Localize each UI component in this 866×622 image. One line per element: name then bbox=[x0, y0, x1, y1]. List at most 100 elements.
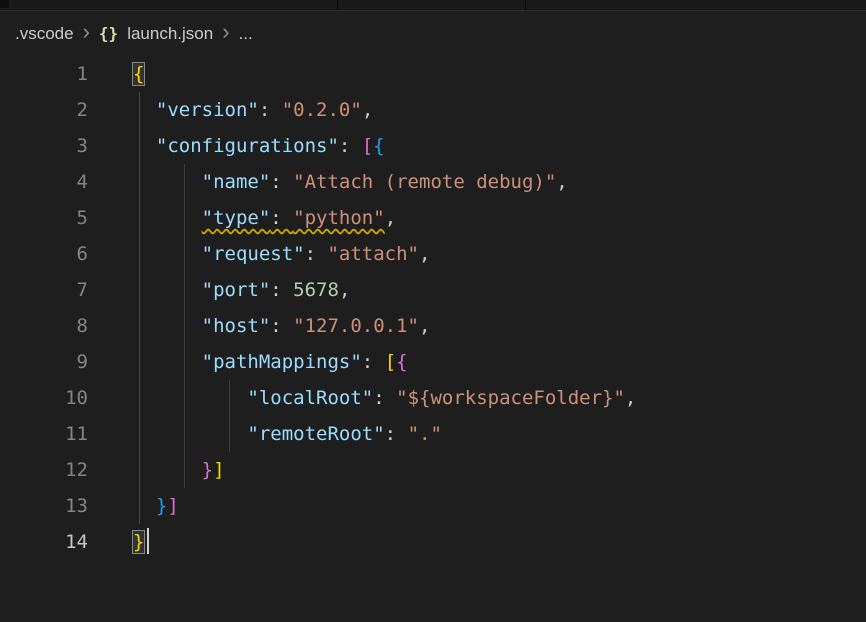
code-line[interactable]: 6 "request": "attach", bbox=[0, 236, 866, 272]
code-line[interactable]: 12 }] bbox=[0, 452, 866, 488]
line-number[interactable]: 5 bbox=[0, 200, 88, 236]
warning-squiggle: "type": "python" bbox=[202, 207, 385, 229]
code-token: "pathMappings" bbox=[202, 351, 362, 373]
line-number[interactable]: 9 bbox=[0, 344, 88, 380]
code-token: "${workspaceFolder}" bbox=[396, 387, 625, 409]
code-token: "port" bbox=[202, 279, 271, 301]
code-line[interactable]: 9 "pathMappings": [{ bbox=[0, 344, 866, 380]
code-content: } bbox=[88, 524, 149, 560]
matched-bracket: } bbox=[133, 531, 144, 553]
code-line[interactable]: 4 "name": "Attach (remote debug)", bbox=[0, 164, 866, 200]
code-token: : bbox=[373, 387, 396, 409]
breadcrumb-folder[interactable]: .vscode bbox=[15, 24, 74, 44]
text-cursor bbox=[147, 528, 149, 554]
tab-bar-edge bbox=[0, 0, 866, 11]
code-token: { bbox=[373, 135, 384, 157]
code-content: "configurations": [{ bbox=[88, 128, 385, 164]
breadcrumb: .vscode › {} launch.json › ... bbox=[0, 11, 866, 56]
code-token: , bbox=[419, 243, 430, 265]
line-number[interactable]: 13 bbox=[0, 488, 88, 524]
code-token: "attach" bbox=[327, 243, 419, 265]
code-token: : bbox=[339, 135, 362, 157]
line-number[interactable]: 11 bbox=[0, 416, 88, 452]
code-content: "remoteRoot": "." bbox=[88, 416, 442, 452]
line-number[interactable]: 14 bbox=[0, 524, 88, 560]
code-token: 5678 bbox=[293, 279, 339, 301]
line-number[interactable]: 10 bbox=[0, 380, 88, 416]
code-token: , bbox=[625, 387, 636, 409]
code-token: "configurations" bbox=[156, 135, 339, 157]
code-token: , bbox=[556, 171, 567, 193]
code-token: "0.2.0" bbox=[282, 99, 362, 121]
code-line[interactable]: 13 }] bbox=[0, 488, 866, 524]
code-line[interactable]: 10 "localRoot": "${workspaceFolder}", bbox=[0, 380, 866, 416]
line-number[interactable]: 1 bbox=[0, 56, 88, 92]
code-content: "port": 5678, bbox=[88, 272, 350, 308]
line-number[interactable]: 12 bbox=[0, 452, 88, 488]
line-number[interactable]: 7 bbox=[0, 272, 88, 308]
code-content: "host": "127.0.0.1", bbox=[88, 308, 430, 344]
code-token: "version" bbox=[156, 99, 259, 121]
line-number[interactable]: 8 bbox=[0, 308, 88, 344]
code-token: "." bbox=[408, 423, 442, 445]
code-token: [ bbox=[362, 135, 373, 157]
code-line[interactable]: 7 "port": 5678, bbox=[0, 272, 866, 308]
breadcrumb-file[interactable]: launch.json bbox=[127, 24, 213, 44]
chevron-right-icon: › bbox=[222, 21, 229, 46]
code-content: "type": "python", bbox=[88, 200, 396, 236]
code-line[interactable]: 3 "configurations": [{ bbox=[0, 128, 866, 164]
code-token: } bbox=[202, 459, 213, 481]
matched-bracket: { bbox=[133, 63, 144, 85]
code-token: "localRoot" bbox=[247, 387, 373, 409]
code-content: "request": "attach", bbox=[88, 236, 430, 272]
code-token: "Attach (remote debug)" bbox=[293, 171, 556, 193]
code-token: : bbox=[385, 423, 408, 445]
code-content: "version": "0.2.0", bbox=[88, 92, 373, 128]
code-line[interactable]: 14} bbox=[0, 524, 866, 560]
json-file-icon: {} bbox=[99, 24, 118, 43]
code-lines: 1{2 "version": "0.2.0",3 "configurations… bbox=[0, 56, 866, 560]
code-token: "type" bbox=[202, 207, 271, 229]
code-line[interactable]: 1{ bbox=[0, 56, 866, 92]
breadcrumb-symbols-ellipsis[interactable]: ... bbox=[239, 24, 253, 44]
tab-separator bbox=[337, 0, 338, 10]
code-line[interactable]: 2 "version": "0.2.0", bbox=[0, 92, 866, 128]
code-token: , bbox=[385, 207, 396, 229]
code-token: "127.0.0.1" bbox=[293, 315, 419, 337]
code-content: { bbox=[88, 56, 144, 92]
chevron-right-icon: › bbox=[83, 21, 90, 46]
code-token: , bbox=[339, 279, 350, 301]
code-content: "name": "Attach (remote debug)", bbox=[88, 164, 568, 200]
line-number[interactable]: 4 bbox=[0, 164, 88, 200]
code-token: : bbox=[270, 279, 293, 301]
code-token: } bbox=[156, 495, 167, 517]
window-corner bbox=[0, 0, 9, 8]
code-token: ] bbox=[213, 459, 224, 481]
code-token: : bbox=[270, 315, 293, 337]
line-number[interactable]: 6 bbox=[0, 236, 88, 272]
code-token: , bbox=[419, 315, 430, 337]
code-content: "localRoot": "${workspaceFolder}", bbox=[88, 380, 636, 416]
code-content: "pathMappings": [{ bbox=[88, 344, 408, 380]
code-line[interactable]: 5 "type": "python", bbox=[0, 200, 866, 236]
code-token: [ bbox=[385, 351, 396, 373]
code-token: "remoteRoot" bbox=[247, 423, 384, 445]
code-token: "name" bbox=[202, 171, 271, 193]
line-number[interactable]: 3 bbox=[0, 128, 88, 164]
code-line[interactable]: 8 "host": "127.0.0.1", bbox=[0, 308, 866, 344]
code-line[interactable]: 11 "remoteRoot": "." bbox=[0, 416, 866, 452]
code-token: "request" bbox=[202, 243, 305, 265]
code-token: : bbox=[259, 99, 282, 121]
code-token: , bbox=[362, 99, 373, 121]
code-token: : bbox=[270, 207, 293, 229]
editor-window: .vscode › {} launch.json › ... 1{2 "vers… bbox=[0, 0, 866, 622]
editor-code-area[interactable]: 1{2 "version": "0.2.0",3 "configurations… bbox=[0, 56, 866, 560]
code-token: : bbox=[362, 351, 385, 373]
code-token: : bbox=[305, 243, 328, 265]
code-token: { bbox=[396, 351, 407, 373]
tab-separator bbox=[525, 0, 526, 10]
code-token: : bbox=[270, 171, 293, 193]
code-token: "host" bbox=[202, 315, 271, 337]
line-number[interactable]: 2 bbox=[0, 92, 88, 128]
code-content: }] bbox=[88, 452, 225, 488]
